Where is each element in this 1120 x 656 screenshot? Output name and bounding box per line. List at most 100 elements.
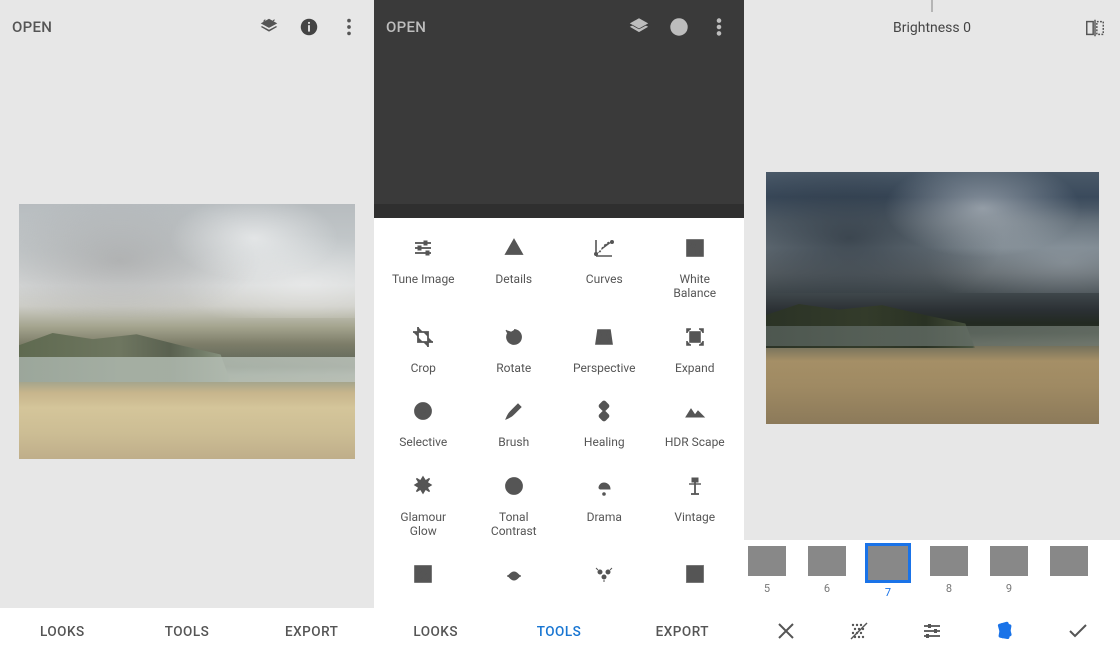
styles-icon[interactable] (993, 619, 1017, 647)
tool-tune-image[interactable]: Tune Image (380, 236, 467, 301)
tool-drama[interactable]: Drama (561, 474, 648, 539)
info-icon[interactable] (296, 14, 322, 40)
bottom-nav: LOOKS TOOLS EXPORT (374, 608, 744, 656)
tool-brush[interactable]: Brush (471, 399, 558, 449)
brush-icon (502, 399, 526, 427)
nav-tools[interactable]: TOOLS (125, 624, 250, 640)
style-thumbnails: 5 6 7 8 9 (744, 540, 1120, 610)
dimmed-background: OPEN (374, 0, 744, 218)
confirm-icon[interactable] (1066, 619, 1090, 647)
nav-export[interactable]: EXPORT (249, 624, 374, 640)
adjust-header: Brightness 0 (744, 0, 1120, 56)
close-icon[interactable] (774, 619, 798, 647)
tool-selective[interactable]: Selective (380, 399, 467, 449)
retrolux-icon (502, 562, 526, 590)
screen-main: OPEN LOOKS TOOLS EXPORT (0, 0, 374, 656)
tool-hdr-scape[interactable]: HDR Scape (652, 399, 739, 449)
grunge-icon (592, 562, 616, 590)
swatch (808, 546, 846, 576)
tool-label: White Balance (673, 272, 716, 301)
tool-label: Tune Image (392, 272, 455, 286)
compare-icon[interactable] (1082, 15, 1108, 41)
grainy-film-icon (411, 562, 435, 590)
tool-label: Perspective (573, 361, 635, 375)
vintage-icon (683, 474, 707, 502)
topbar: OPEN (374, 0, 744, 54)
open-button[interactable]: OPEN (12, 18, 52, 36)
tool-rotate[interactable]: Rotate (471, 325, 558, 375)
swatch (868, 546, 908, 580)
tick-mark (931, 0, 933, 12)
tool-label: Details (495, 272, 532, 286)
tool-black-white[interactable] (652, 562, 739, 590)
swatch (1050, 546, 1088, 576)
nav-tools[interactable]: TOOLS (497, 624, 620, 640)
hdr-scape-icon (683, 399, 707, 427)
tool-healing[interactable]: Healing (561, 399, 648, 449)
style-thumb-5[interactable]: 5 (748, 546, 786, 595)
style-thumb-next[interactable] (1050, 546, 1088, 582)
info-icon[interactable] (666, 14, 692, 40)
image-canvas[interactable] (744, 56, 1120, 540)
tonal-contrast-icon (502, 474, 526, 502)
glamour-glow-icon (411, 474, 435, 502)
layers-icon[interactable] (256, 14, 282, 40)
nav-looks[interactable]: LOOKS (0, 624, 125, 640)
thumb-number: 7 (885, 586, 891, 599)
tools-sheet: Tune Image Details CurvesWB White Balanc… (374, 218, 744, 608)
more-icon[interactable] (336, 14, 362, 40)
nav-export[interactable]: EXPORT (621, 624, 744, 640)
thumb-number: 5 (764, 582, 770, 595)
svg-text:B: B (696, 250, 700, 257)
photo (19, 204, 355, 459)
nav-looks[interactable]: LOOKS (374, 624, 497, 640)
tune-image-icon (411, 236, 435, 264)
tool-glamour-glow[interactable]: Glamour Glow (380, 474, 467, 539)
tool-grunge[interactable] (561, 562, 648, 590)
thumb-number: 9 (1006, 582, 1012, 595)
layers-icon[interactable] (626, 14, 652, 40)
tool-label: Healing (584, 435, 625, 449)
tool-label: HDR Scape (665, 435, 725, 449)
tool-crop[interactable]: Crop (380, 325, 467, 375)
tool-label: Selective (399, 435, 447, 449)
more-icon[interactable] (706, 14, 732, 40)
style-thumb-7[interactable]: 7 (868, 546, 908, 599)
open-button[interactable]: OPEN (386, 18, 426, 36)
tool-perspective[interactable]: Perspective (561, 325, 648, 375)
tool-label: Expand (675, 361, 714, 375)
image-canvas[interactable] (0, 54, 374, 608)
texture-icon[interactable] (847, 619, 871, 647)
style-thumb-8[interactable]: 8 (930, 546, 968, 595)
style-thumb-9[interactable]: 9 (990, 546, 1028, 595)
screen-tools-open: OPEN Tune Image Details CurvesWB W (374, 0, 744, 656)
black-white-icon (683, 562, 707, 590)
style-thumb-6[interactable]: 6 (808, 546, 846, 595)
tool-details[interactable]: Details (471, 236, 558, 301)
details-icon (502, 236, 526, 264)
swatch (748, 546, 786, 576)
tool-label: Drama (587, 510, 622, 524)
tool-label: Glamour Glow (400, 510, 446, 539)
tool-expand[interactable]: Expand (652, 325, 739, 375)
tool-label: Rotate (496, 361, 531, 375)
tool-curves[interactable]: Curves (561, 236, 648, 301)
edit-bottom-bar (744, 610, 1120, 656)
bottom-nav: LOOKS TOOLS EXPORT (0, 608, 374, 656)
tool-label: Brush (498, 435, 529, 449)
tool-white-balance[interactable]: WB White Balance (652, 236, 739, 301)
tool-label: Vintage (674, 510, 715, 524)
swatch (990, 546, 1028, 576)
tool-vintage[interactable]: Vintage (652, 474, 739, 539)
tool-label: Crop (411, 361, 436, 375)
crop-icon (411, 325, 435, 353)
thumb-number: 8 (946, 582, 952, 595)
tool-retrolux[interactable] (471, 562, 558, 590)
drama-icon (592, 474, 616, 502)
brightness-label: Brightness 0 (893, 20, 971, 36)
sliders-icon[interactable] (920, 619, 944, 647)
white-balance-icon: WB (683, 236, 707, 264)
screen-vintage-edit: Brightness 0 5 6 7 8 9 (744, 0, 1120, 656)
tool-tonal-contrast[interactable]: Tonal Contrast (471, 474, 558, 539)
tool-grainy-film[interactable] (380, 562, 467, 590)
